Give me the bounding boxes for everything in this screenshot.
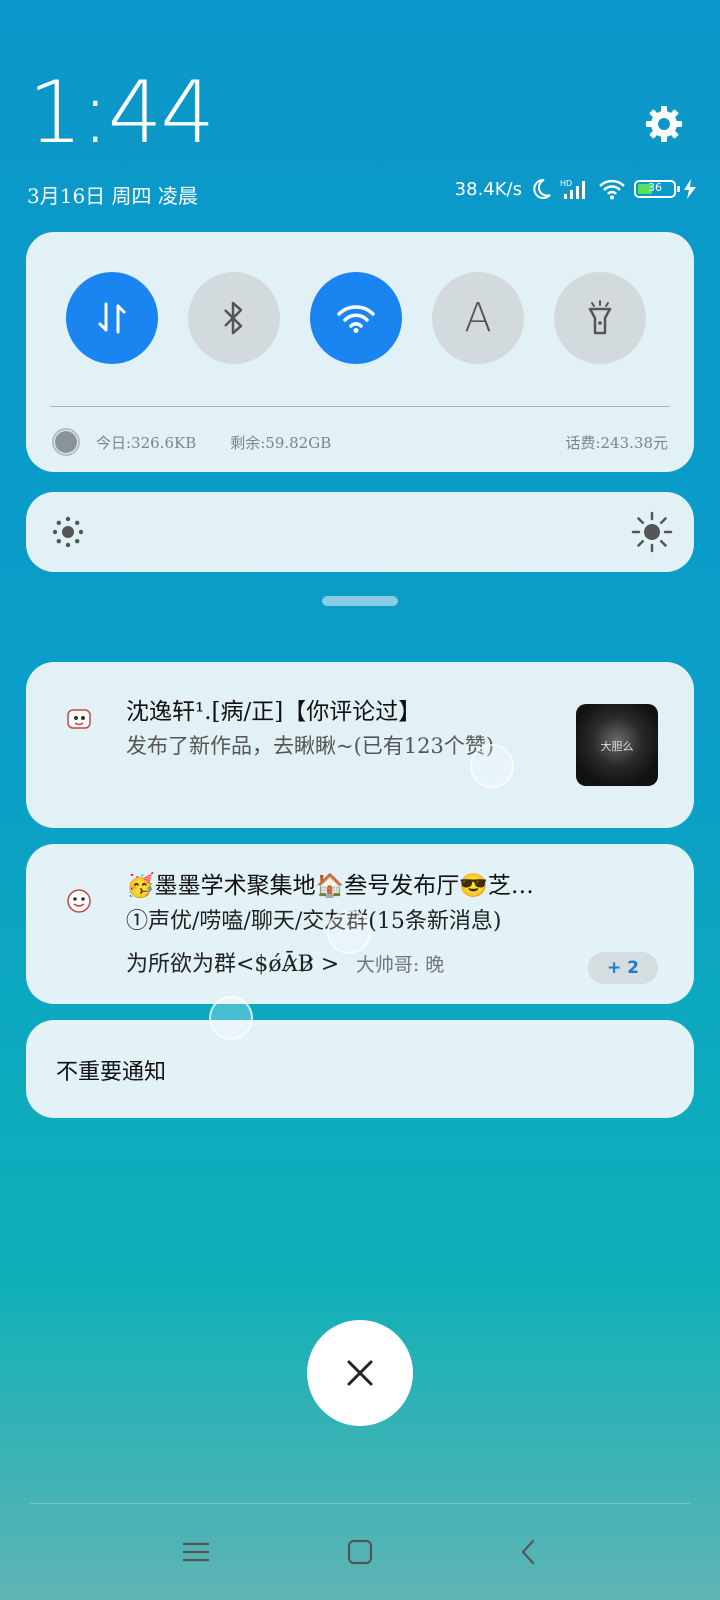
data-today: 今日:326.6KB xyxy=(96,433,197,452)
network-speed: 38.4K/s xyxy=(454,178,522,200)
wifi-icon xyxy=(337,305,375,333)
brightness-high-icon xyxy=(630,510,674,558)
wifi-status-icon xyxy=(598,178,626,200)
clock-time: 1:44 xyxy=(28,63,215,163)
unimportant-title: 不重要通知 xyxy=(56,1060,167,1085)
drag-handle[interactable] xyxy=(322,596,398,606)
wifi-toggle[interactable] xyxy=(310,272,402,364)
group-name: 为所欲为群<$ǿĀ̷B̷ > xyxy=(126,952,340,977)
notification-title: 🥳墨墨学术聚集地🏠叁号发布厅😎芝… xyxy=(126,873,534,899)
hd-signal-icon: HD xyxy=(560,178,590,200)
message-preview: 大帅哥: 晚 xyxy=(355,954,445,976)
more-messages-badge[interactable]: + 2 xyxy=(588,952,658,984)
app-icon xyxy=(64,886,94,916)
mobile-data-toggle[interactable] xyxy=(66,272,158,364)
flashlight-toggle[interactable] xyxy=(554,272,646,364)
home-button[interactable] xyxy=(338,1530,382,1574)
date-text: 3月16日 周四 凌晨 xyxy=(27,184,198,208)
brightness-low-icon xyxy=(50,514,86,554)
clear-all-button[interactable] xyxy=(307,1320,413,1426)
notification-body: 为所欲为群<$ǿĀ̷B̷ > 大帅哥: 晚 xyxy=(126,946,444,983)
recent-apps-button[interactable] xyxy=(174,1530,218,1574)
mobile-data-icon xyxy=(98,302,126,334)
notification-title: 沈逸轩¹.[病/正]【你评论过】 xyxy=(126,699,422,725)
phone-balance: 话费:243.38元 xyxy=(565,433,668,452)
touch-ripple xyxy=(470,744,514,788)
touch-ripple xyxy=(327,910,371,954)
data-usage-row[interactable]: 今日:326.6KB 剩余:59.82GB 话费:243.38元 xyxy=(52,424,668,460)
unimportant-notifications-card[interactable]: 不重要通知 xyxy=(26,1020,694,1118)
chevron-left-icon xyxy=(521,1539,535,1565)
data-remaining: 剩余:59.82GB xyxy=(230,433,332,452)
settings-gear-icon[interactable] xyxy=(644,104,684,144)
status-bar-right: 38.4K/s HD 36 xyxy=(455,178,696,200)
bluetooth-toggle[interactable] xyxy=(188,272,280,364)
auto-brightness-label: A xyxy=(464,295,492,341)
menu-icon xyxy=(182,1542,210,1562)
app-icon xyxy=(64,704,94,734)
notification-card-1[interactable]: 沈逸轩¹.[病/正]【你评论过】 发布了新作品，去瞅瞅~(已有123个赞) 大胆… xyxy=(26,662,694,828)
data-usage-icon xyxy=(52,428,80,456)
do-not-disturb-moon-icon xyxy=(530,178,552,200)
charging-bolt-icon xyxy=(684,179,696,199)
home-square-icon xyxy=(347,1539,373,1565)
nav-divider xyxy=(30,1503,690,1504)
battery-level: 36 xyxy=(648,181,662,194)
battery-icon: 36 xyxy=(634,180,680,198)
quick-settings-panel: A 今日:326.6KB 剩余:59.82GB 话费:243.38元 xyxy=(26,232,694,472)
flashlight-icon xyxy=(588,300,612,335)
bluetooth-icon xyxy=(224,301,243,335)
notification-thumbnail: 大胆么 xyxy=(576,704,658,786)
brightness-slider[interactable] xyxy=(26,492,694,572)
auto-brightness-toggle[interactable]: A xyxy=(432,272,524,364)
qs-divider xyxy=(50,406,670,407)
notification-subtitle: ①声优/唠嗑/聊天/交友群(15条新消息) xyxy=(126,909,502,934)
close-icon xyxy=(347,1360,373,1386)
back-button[interactable] xyxy=(506,1530,550,1574)
touch-ripple xyxy=(209,996,253,1040)
thumbnail-text: 大胆么 xyxy=(600,740,634,753)
svg-text:HD: HD xyxy=(560,179,572,188)
